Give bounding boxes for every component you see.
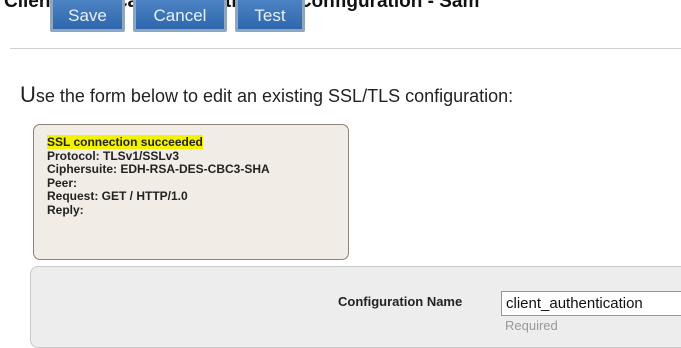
status-protocol: Protocol: TLSv1/SSLv3	[47, 148, 180, 163]
intro-text: Use the form below to edit an existing S…	[20, 82, 513, 108]
cancel-button[interactable]: Cancel	[133, 0, 227, 32]
status-request: Request: GET / HTTP/1.0	[47, 189, 188, 203]
status-ciphersuite: Ciphersuite: EDH-RSA-DES-CBC3-SHA	[47, 162, 270, 176]
save-button[interactable]: Save	[50, 0, 125, 32]
test-button[interactable]: Test	[235, 0, 305, 32]
config-name-input[interactable]	[501, 291, 681, 316]
header-divider	[10, 48, 681, 49]
status-peer: Peer:	[47, 175, 78, 190]
status-result: SSL connection succeeded	[47, 135, 203, 149]
status-reply: Reply:	[47, 202, 84, 217]
intro-first-letter: U	[20, 82, 36, 107]
ssl-test-result-box: SSL connection succeeded Protocol: TLSv1…	[33, 124, 349, 260]
intro-rest: se the form below to edit an existing SS…	[35, 86, 514, 106]
status-result-line: SSL connection succeeded	[47, 135, 348, 150]
config-name-label: Configuration Name	[338, 294, 463, 309]
